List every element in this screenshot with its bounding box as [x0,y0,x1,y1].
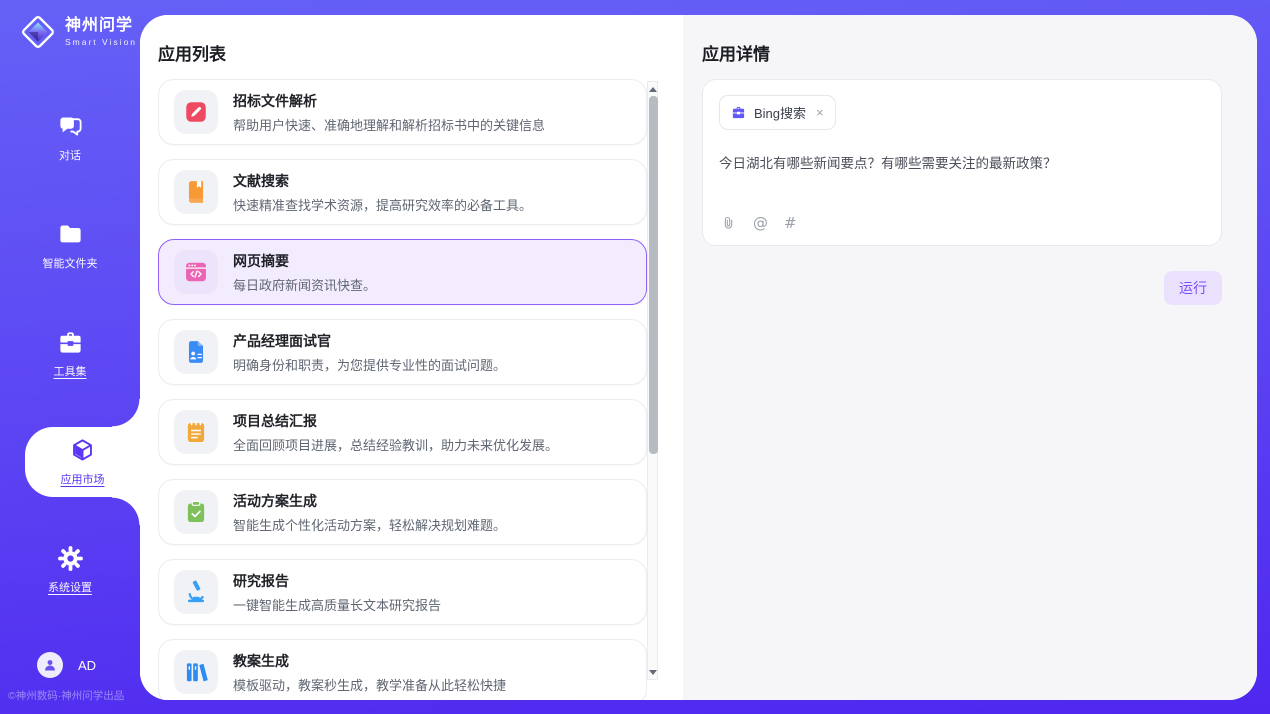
sidebar-item-chat[interactable]: 对话 [0,103,140,173]
sidebar-item-market[interactable]: 应用市场 [25,427,140,497]
cube-icon [69,437,96,464]
scrollbar[interactable] [647,81,658,680]
brand-subtitle: Smart Vision [65,37,137,47]
sidebar-item-tools[interactable]: 工具集 [0,319,140,389]
scroll-down-button[interactable] [648,666,657,678]
browser-icon [183,259,209,285]
scrollbar-thumb[interactable] [649,96,658,454]
content-shell: 应用列表 招标文件解析 帮助用户快速、准确地理解和解析招标书中的关键信息 文献搜… [140,15,1257,700]
sidebar-nav: 对话 智能文件夹 工具集 应用市场 系统设置 [0,103,140,643]
app-card-desc: 明确身份和职责，为您提供专业性的面试问题。 [233,355,506,374]
sidebar-item-settings[interactable]: 系统设置 [0,535,140,605]
app-card[interactable]: 项目总结汇报 全面回顾项目进展，总结经验教训，助力未来优化发展。 [158,399,647,465]
sidebar: 神州问学 Smart Vision 对话 智能文件夹 工具集 应用市场 系统设置… [0,0,140,714]
user-name: AD [78,658,96,673]
app-card[interactable]: 产品经理面试官 明确身份和职责，为您提供专业性的面试问题。 [158,319,647,385]
edit-square-icon [183,99,209,125]
app-card[interactable]: 文献搜索 快速精准查找学术资源，提高研究效率的必备工具。 [158,159,647,225]
app-card[interactable]: 活动方案生成 智能生成个性化活动方案，轻松解决规划难题。 [158,479,647,545]
run-button[interactable]: 运行 [1164,271,1222,305]
chat-icon [57,113,84,140]
app-card[interactable]: 网页摘要 每日政府新闻资讯快查。 [158,239,647,305]
toolbox-icon [57,329,84,356]
app-card-desc: 每日政府新闻资讯快查。 [233,275,376,294]
app-card[interactable]: 招标文件解析 帮助用户快速、准确地理解和解析招标书中的关键信息 [158,79,647,145]
tool-tag-label: Bing搜索 [754,103,806,122]
prompt-input-card[interactable]: Bing搜索 × 今日湖北有哪些新闻要点？有哪些需要关注的最新政策？ @ # [702,79,1222,246]
app-card-title: 教案生成 [233,651,506,671]
brand-name: 神州问学 [65,17,137,35]
prompt-text[interactable]: 今日湖北有哪些新闻要点？有哪些需要关注的最新政策？ [719,154,1205,174]
run-row: 运行 [1164,271,1222,305]
sidebar-item-label: 对话 [59,147,81,163]
avatar [37,652,63,678]
app-card-title: 招标文件解析 [233,91,545,111]
scroll-up-button[interactable] [648,83,657,95]
microscope-icon [183,579,209,605]
app-card-list: 招标文件解析 帮助用户快速、准确地理解和解析招标书中的关键信息 文献搜索 快速精… [158,79,647,700]
app-detail-pane: 应用详情 Bing搜索 × 今日湖北有哪些新闻要点？有哪些需要关注的最新政策？ … [683,15,1257,700]
app-card-desc: 一键智能生成高质量长文本研究报告 [233,595,441,614]
briefcase-icon [731,105,746,120]
app-card-desc: 全面回顾项目进展，总结经验教训，助力未来优化发展。 [233,435,558,454]
app-card-desc: 快速精准查找学术资源，提高研究效率的必备工具。 [233,195,532,214]
folder-icon [57,221,84,248]
brand: 神州问学 Smart Vision [20,14,137,50]
app-card[interactable]: 教案生成 模板驱动，教案秒生成，教学准备从此轻松快捷 [158,639,647,700]
app-card-title: 产品经理面试官 [233,331,506,351]
user-row[interactable]: AD [37,652,96,678]
sidebar-item-label: 智能文件夹 [43,255,98,271]
app-list-title: 应用列表 [158,40,226,65]
app-card-desc: 模板驱动，教案秒生成，教学准备从此轻松快捷 [233,675,506,694]
sidebar-item-label: 工具集 [54,363,87,379]
mention-icon[interactable]: @ [753,214,768,232]
sidebar-item-label: 应用市场 [61,471,105,487]
sidebar-item-folders[interactable]: 智能文件夹 [0,211,140,281]
arrow-up-icon [649,87,657,92]
app-card[interactable]: 研究报告 一键智能生成高质量长文本研究报告 [158,559,647,625]
sidebar-item-label: 系统设置 [48,579,92,595]
tag-close-icon[interactable]: × [816,106,824,119]
doc-person-icon [183,339,209,365]
app-card-title: 文献搜索 [233,171,532,191]
app-card-title: 研究报告 [233,571,441,591]
brand-logo-icon [20,14,56,50]
app-list-pane: 应用列表 招标文件解析 帮助用户快速、准确地理解和解析招标书中的关键信息 文献搜… [140,15,683,700]
hash-icon[interactable]: # [784,214,797,232]
person-icon [42,657,58,673]
gear-icon [57,545,84,572]
app-detail-title: 应用详情 [702,40,770,65]
book-icon [183,179,209,205]
notepad-icon [183,419,209,445]
paperclip-icon[interactable] [720,215,737,232]
arrow-down-icon [649,670,657,675]
app-card-desc: 帮助用户快速、准确地理解和解析招标书中的关键信息 [233,115,545,134]
copyright-footer: ©神州数码·神州问学出品 [8,688,124,703]
app-card-title: 活动方案生成 [233,491,506,511]
app-card-desc: 智能生成个性化活动方案，轻松解决规划难题。 [233,515,506,534]
app-card-title: 项目总结汇报 [233,411,558,431]
app-card-title: 网页摘要 [233,251,376,271]
clipboard-check-icon [183,499,209,525]
books-icon [183,659,209,685]
tool-tag-bing-search[interactable]: Bing搜索 × [719,95,836,130]
composer-toolbar: @ # [720,214,797,232]
